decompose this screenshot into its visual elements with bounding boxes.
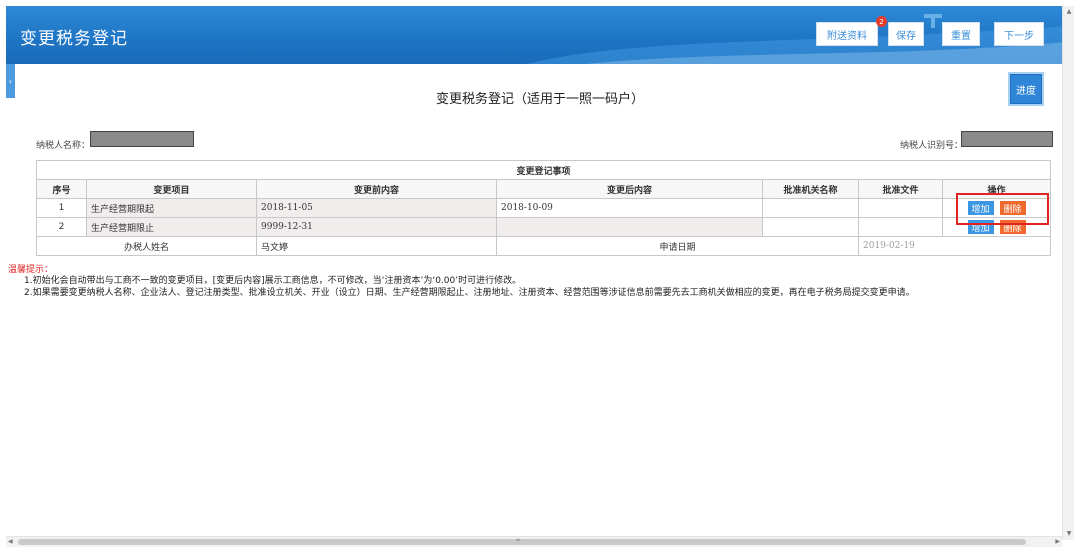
taxpayer-name-label: 纳税人名称： [36,141,91,151]
scroll-left-icon[interactable]: ◀ [8,538,13,545]
vertical-scrollbar[interactable]: ▲ ▼ [1062,6,1074,540]
approval-document-input[interactable] [858,198,943,218]
row-number: 2 [36,217,87,237]
handler-name-label: 办税人姓名 [36,236,257,256]
page-title: 变更税务登记 [20,29,128,49]
column-header: 变更前内容 [256,179,497,199]
scroll-down-icon[interactable]: ▼ [1065,530,1073,538]
header-wave-decoration [526,26,1062,64]
table-row: 1 生产经营期限起 2018-11-05 2018-10-09 增加 删除 [36,198,1052,218]
content-after-input[interactable]: 2018-10-09 [496,198,763,218]
taxpayer-id-label: 纳税人识别号： [900,141,964,151]
table-caption: 变更登记事项 [35,160,1052,180]
table-row: 2 生产经营期限止 9999-12-31 增加 删除 [36,217,1052,237]
scroll-thumb[interactable] [18,539,1026,545]
change-item: 生产经营期限止 [86,217,257,237]
change-items-table: 变更登记事项 序号 变更项目 变更前内容 变更后内容 批准机关名称 批准文件 操… [35,160,1052,256]
reset-button[interactable]: 重置 [942,22,980,46]
tip-line: 2.如果需要变更纳税人名称、企业法人、登记注册类型、批准设立机关、开业（设立）日… [24,288,915,298]
change-item: 生产经营期限起 [86,198,257,218]
apply-date-label: 申请日期 [496,236,859,256]
content-before: 2018-11-05 [256,198,497,218]
attach-docs-button[interactable]: 附送资料 [816,22,878,46]
content-before: 9999-12-31 [256,217,497,237]
horizontal-scrollbar[interactable]: ◀ ═ ▶ [6,536,1062,547]
handler-name-input[interactable]: 马文婷 [256,236,497,256]
content-after-input[interactable] [496,217,763,237]
table-footer-row: 办税人姓名 马文婷 申请日期 2019-02-19 [36,236,1052,256]
column-header: 序号 [36,179,87,199]
column-header: 批准机关名称 [762,179,859,199]
scroll-grip-icon: ═ [516,536,521,544]
attach-count-badge: 2 [876,16,887,27]
column-header: 变更项目 [86,179,257,199]
form-title: 变更税务登记（适用于一照一码户） [435,92,644,107]
approval-document-input[interactable] [858,217,943,237]
save-button[interactable]: 保存 [888,22,924,46]
operations-highlight-box [956,193,1049,225]
column-header: 批准文件 [858,179,943,199]
next-step-button[interactable]: 下一步 [994,22,1044,46]
scroll-up-icon[interactable]: ▲ [1065,8,1073,16]
taxpayer-id-redacted [961,131,1053,147]
approval-authority-input[interactable] [762,198,859,218]
app-window: 变更税务登记 附送资料 2 保存 重置 下一步 › 进度 变更税务登记（适用于一… [0,0,1080,560]
logo-mark-icon [924,14,942,28]
approval-authority-input[interactable] [762,217,859,237]
apply-date-value: 2019-02-19 [857,236,1052,256]
column-header: 变更后内容 [496,179,763,199]
scroll-right-icon[interactable]: ▶ [1055,538,1060,545]
row-number: 1 [36,198,87,218]
taxpayer-name-redacted [90,131,194,147]
